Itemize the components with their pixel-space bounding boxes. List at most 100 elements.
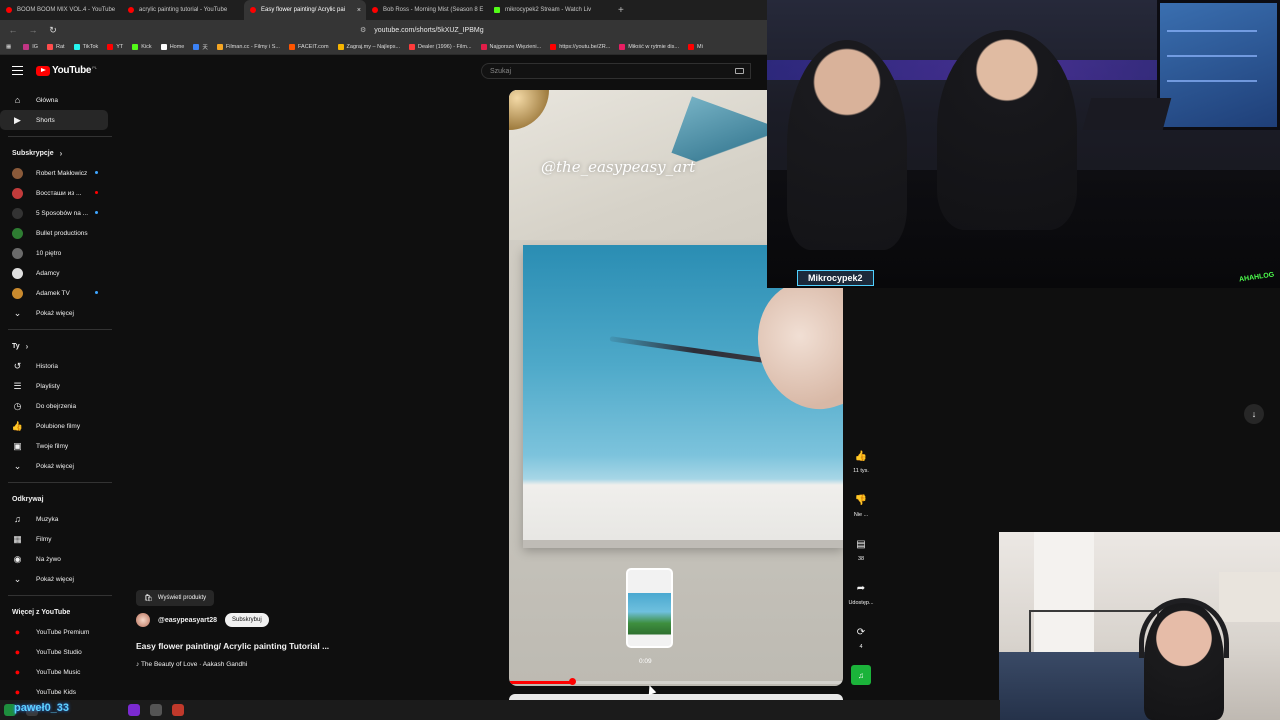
taskbar-app-icon[interactable] <box>150 704 162 716</box>
subscription-item[interactable]: Adamcy <box>0 263 108 283</box>
sidebar-item[interactable]: ● YouTube Premium <box>0 622 108 642</box>
short-action-label: 11 tys. <box>853 468 869 474</box>
bookmark-icon <box>550 44 557 50</box>
bookmark-item[interactable]: Kick <box>132 44 152 50</box>
bookmark-item[interactable]: https://youtu.be/ZR... <box>550 44 610 50</box>
your-videos-icon: ▣ <box>13 440 22 451</box>
thumbs-down-icon[interactable]: 👎 <box>853 492 869 508</box>
sound-badge-icon[interactable]: ♫ <box>851 665 871 685</box>
search-input[interactable]: Szukaj <box>481 63 751 79</box>
bookmark-item[interactable]: Rat <box>47 44 65 50</box>
sidebar-item[interactable]: ◉ Na żywo <box>0 549 108 569</box>
bookmark-item[interactable]: TikTok <box>73 44 98 50</box>
home-icon: ⌂ <box>14 95 21 105</box>
apps-icon[interactable]: ▦ <box>6 44 11 50</box>
bookmark-item[interactable]: Zagraj.my – Najleps... <box>337 44 400 50</box>
address-bar[interactable]: ⚙ youtube.com/shorts/5kXUZ_IPBMg <box>360 23 780 37</box>
bookmark-item[interactable]: Miłość w rytmie dis... <box>619 44 679 50</box>
shorts-icon: ▶ <box>14 114 21 125</box>
thumbs-up-icon[interactable]: 👍 <box>853 448 869 464</box>
channel-avatar[interactable] <box>136 613 150 627</box>
short-action[interactable]: ⟳ 4 <box>846 624 876 668</box>
bookmark-item[interactable]: Dealer (1996) - Film... <box>409 44 472 50</box>
subscription-item[interactable]: 10 piętro <box>0 243 108 263</box>
sidebar-item-label: Muzyka <box>36 515 59 523</box>
short-action[interactable]: ▤ 38 <box>846 536 876 580</box>
sidebar-item[interactable]: ● YouTube Studio <box>0 642 108 662</box>
short-action[interactable]: 👎 Nie ... <box>846 492 876 536</box>
bookmark-item[interactable]: FACEIT.com <box>288 44 329 50</box>
sidebar-item[interactable]: ● YouTube Music <box>0 662 108 682</box>
bookmark-item[interactable]: 天 <box>193 43 208 51</box>
taskbar-app-icon[interactable] <box>172 704 184 716</box>
youtube-logo[interactable]: YouTube PL <box>36 65 97 76</box>
sidebar-item[interactable]: ● YouTube Kids <box>0 682 108 702</box>
short-action[interactable]: 👍 11 tys. <box>846 448 876 492</box>
watch-later-icon: ◷ <box>13 400 22 411</box>
show-more-button[interactable]: ⌄ Pokaż więcej <box>0 569 108 589</box>
bookmark-item[interactable]: IG <box>23 44 38 50</box>
short-title[interactable]: Easy flower painting/ Acrylic painting T… <box>136 641 329 651</box>
sidebar-item-label: Historia <box>36 362 59 370</box>
sidebar-item[interactable]: ◷ Do obejrzenia <box>0 396 108 416</box>
sidebar-item[interactable]: ↺ Historia <box>0 356 108 376</box>
bookmark-item[interactable]: Filman.cc - Filmy i S... <box>216 44 280 50</box>
sidebar-item[interactable]: ☰ Playlisty <box>0 376 108 396</box>
comments-icon[interactable]: ▤ <box>853 536 869 552</box>
browser-tab[interactable]: acrylic painting tutorial - YouTube <box>122 0 244 20</box>
browser-tab[interactable]: Bob Ross - Morning Mist (Season 8 E <box>366 0 488 20</box>
subscription-item[interactable]: Adamek TV <box>0 283 108 303</box>
progress-scrubber[interactable] <box>568 678 576 685</box>
view-products-button[interactable]: 🛍 Wyświetl produkty <box>136 590 215 606</box>
subscription-item[interactable]: Robert Makłowicz <box>0 163 108 183</box>
menu-icon[interactable] <box>12 66 23 75</box>
subscription-item[interactable]: Bullet productions <box>0 223 108 243</box>
subscription-label: 10 piętro <box>36 249 62 257</box>
subscription-item[interactable]: Воссташи из ... <box>0 183 108 203</box>
browser-tab[interactable]: Easy flower painting/ Acrylic pai × <box>244 0 366 20</box>
subscribe-button[interactable]: Subskrybuj <box>224 613 269 627</box>
share-icon[interactable]: ➦ <box>853 580 869 596</box>
new-tab-button[interactable]: + <box>618 5 624 16</box>
show-more-button[interactable]: ⌄ Pokaż więcej <box>0 456 108 476</box>
bookmark-label: Dealer (1996) - Film... <box>418 44 472 50</box>
site-info-icon[interactable]: ⚙ <box>360 26 366 34</box>
sidebar-item[interactable]: ▶ Shorts <box>0 110 108 130</box>
logo-country: PL <box>92 65 98 70</box>
keyboard-icon[interactable] <box>735 68 744 74</box>
channel-name[interactable]: @easypeasyart28 <box>158 617 217 624</box>
sidebar-item[interactable]: 👍 Polubione filmy <box>0 416 108 436</box>
youtube-kids-icon: ● <box>14 687 21 697</box>
browser-tab[interactable]: BOOM BOOM MIX VOL.4 - YouTube <box>0 0 122 20</box>
sidebar-item[interactable]: ▦ Filmy <box>0 529 108 549</box>
reload-icon[interactable]: ↻ <box>46 23 60 37</box>
bookmark-item[interactable]: Mi <box>688 44 703 50</box>
sidebar-item[interactable]: ⌂ Główna <box>0 90 108 110</box>
sidebar-section-header[interactable]: Odkrywaj <box>0 489 118 509</box>
next-short-button[interactable]: ↓ <box>1244 404 1264 424</box>
taskbar-app-icon[interactable] <box>128 704 140 716</box>
forward-icon[interactable]: → <box>26 23 40 37</box>
bookmark-icon <box>193 44 200 50</box>
bookmark-icon <box>688 44 694 50</box>
bookmark-item[interactable]: Home <box>160 44 184 50</box>
close-icon[interactable]: × <box>357 7 361 14</box>
sidebar-section-header[interactable]: Ty › <box>0 336 118 356</box>
sidebar-item[interactable]: ▣ Twoje filmy <box>0 436 108 456</box>
address-text: youtube.com/shorts/5kXUZ_IPBMg <box>374 26 484 34</box>
browser-tab[interactable]: mikrocypek2 Stream - Watch Liv <box>488 0 610 20</box>
remix-icon[interactable]: ⟳ <box>853 624 869 640</box>
youtube-favicon <box>372 7 378 13</box>
bookmark-item[interactable]: Najgorsze Więzieni... <box>480 44 541 50</box>
subscription-item[interactable]: 5 Sposobów na ... <box>0 203 108 223</box>
sidebar-section-header[interactable]: Subskrypcje › <box>0 143 118 163</box>
short-action[interactable]: ➦ Udostęp... <box>846 580 876 624</box>
live-icon: ◉ <box>13 553 22 564</box>
short-music[interactable]: ♪ The Beauty of Love · Aakash Gandhi <box>136 661 247 668</box>
chevron-down-icon: ⌄ <box>13 307 22 318</box>
sidebar-item[interactable]: ♫ Muzyka <box>0 509 108 529</box>
show-more-button[interactable]: ⌄ Pokaż więcej <box>0 303 108 323</box>
bookmark-item[interactable]: YT <box>107 44 123 50</box>
back-icon[interactable]: ← <box>6 23 20 37</box>
sidebar-section-header[interactable]: Więcej z YouTube <box>0 602 118 622</box>
